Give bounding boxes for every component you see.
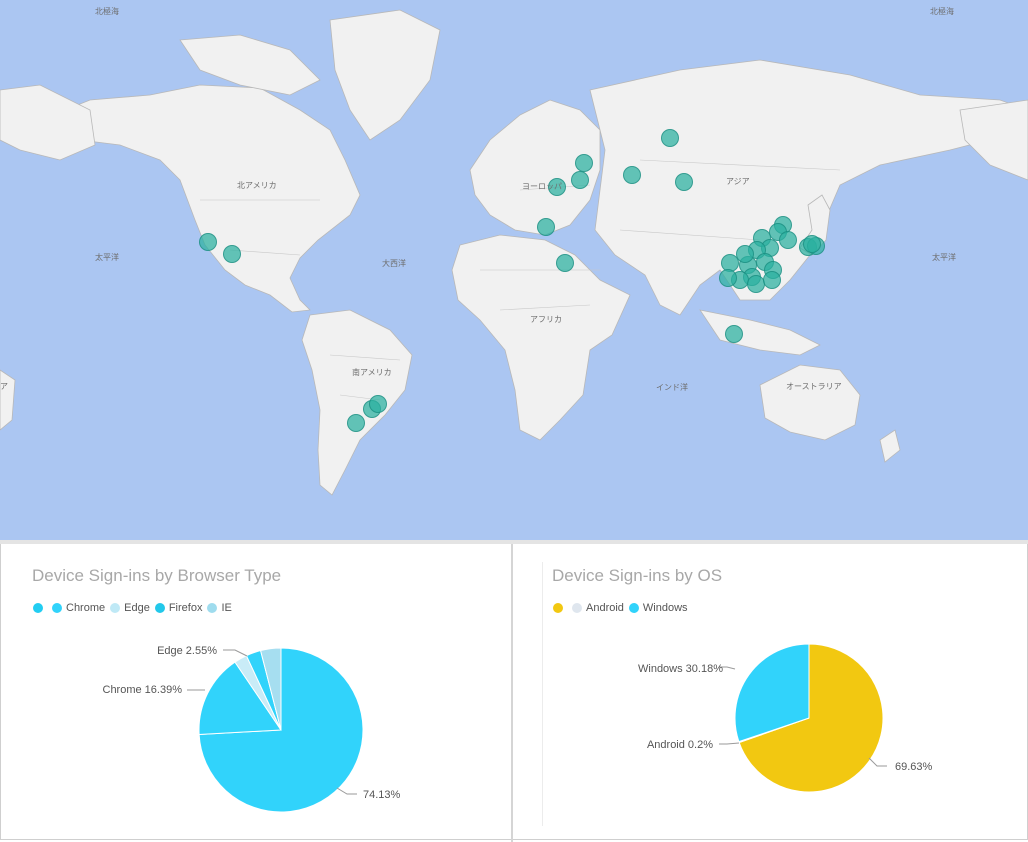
sign-in-bubble[interactable]: [369, 395, 387, 413]
sign-in-bubble[interactable]: [719, 269, 737, 287]
data-label: 74.13%: [363, 789, 401, 801]
sign-in-bubble[interactable]: [763, 271, 781, 289]
browser-type-panel[interactable]: Device Sign-ins by Browser Type Chrome E…: [0, 544, 511, 840]
label-oceania: オーストラリア: [786, 382, 842, 391]
land-asia: [589, 59, 1028, 316]
label-europe: ヨーロッパ: [522, 182, 562, 191]
data-label: Chrome 16.39%: [103, 684, 183, 696]
label-pacific-left: 太平洋: [95, 253, 119, 262]
browser-pie-chart[interactable]: 74.13% Chrome 16.39% Edge 2.55%: [1, 544, 512, 840]
label-arctic-left: 北極海: [95, 7, 119, 16]
label-south-america: 南アメリカ: [352, 368, 392, 377]
sign-in-bubble[interactable]: [347, 414, 365, 432]
sign-in-bubble[interactable]: [575, 154, 593, 172]
sign-in-bubble[interactable]: [675, 173, 693, 191]
sign-in-bubble[interactable]: [736, 245, 754, 263]
data-label: Windows 30.18%: [638, 663, 723, 675]
label-africa: アフリカ: [530, 315, 562, 324]
sign-in-bubble[interactable]: [779, 231, 797, 249]
sign-in-bubble[interactable]: [725, 325, 743, 343]
os-pie-chart[interactable]: 69.63% Android 0.2% Windows 30.18%: [513, 544, 1028, 840]
sign-in-bubble[interactable]: [223, 245, 241, 263]
leader-line: [868, 757, 887, 767]
land-se-asia-islands: [699, 309, 821, 356]
label-arctic-right: 北極海: [930, 7, 954, 16]
label-edge-left: ア: [0, 382, 8, 391]
sign-in-bubble[interactable]: [571, 171, 589, 189]
land-left-edge: [0, 84, 96, 161]
os-panel[interactable]: Device Sign-ins by OS Android Windows 69…: [513, 544, 1028, 840]
label-pacific-right: 太平洋: [932, 253, 956, 262]
land-greenland: [329, 9, 441, 141]
leader-line: [336, 787, 357, 795]
land-masses: [0, 9, 1028, 496]
sign-in-bubble[interactable]: [537, 218, 555, 236]
sign-in-bubble[interactable]: [661, 129, 679, 147]
data-label: Android 0.2%: [647, 739, 713, 751]
label-indian-ocean: インド洋: [656, 383, 688, 392]
land-new-zealand: [879, 429, 901, 463]
map-canvas: [0, 9, 1028, 496]
data-label: 69.63%: [895, 761, 933, 773]
leader-line: [719, 742, 740, 745]
land-africa: [451, 234, 631, 441]
label-north-america: 北アメリカ: [237, 181, 277, 190]
world-map[interactable]: 北極海 北極海 北アメリカ 太平洋 太平洋 大西洋 南アメリカ アフリカ アジア…: [0, 0, 1028, 540]
sign-in-bubble[interactable]: [199, 233, 217, 251]
leader-line: [223, 649, 248, 657]
sign-in-bubble[interactable]: [803, 235, 821, 253]
land-left-edge-2: [0, 369, 16, 431]
land-south-america: [301, 309, 413, 496]
land-right-edge: [959, 99, 1028, 181]
land-australia: [759, 364, 861, 441]
label-asia: アジア: [726, 177, 750, 186]
data-label: Edge 2.55%: [157, 645, 217, 657]
label-atlantic: 大西洋: [382, 259, 406, 268]
sign-in-bubble[interactable]: [556, 254, 574, 272]
sign-in-bubble[interactable]: [623, 166, 641, 184]
